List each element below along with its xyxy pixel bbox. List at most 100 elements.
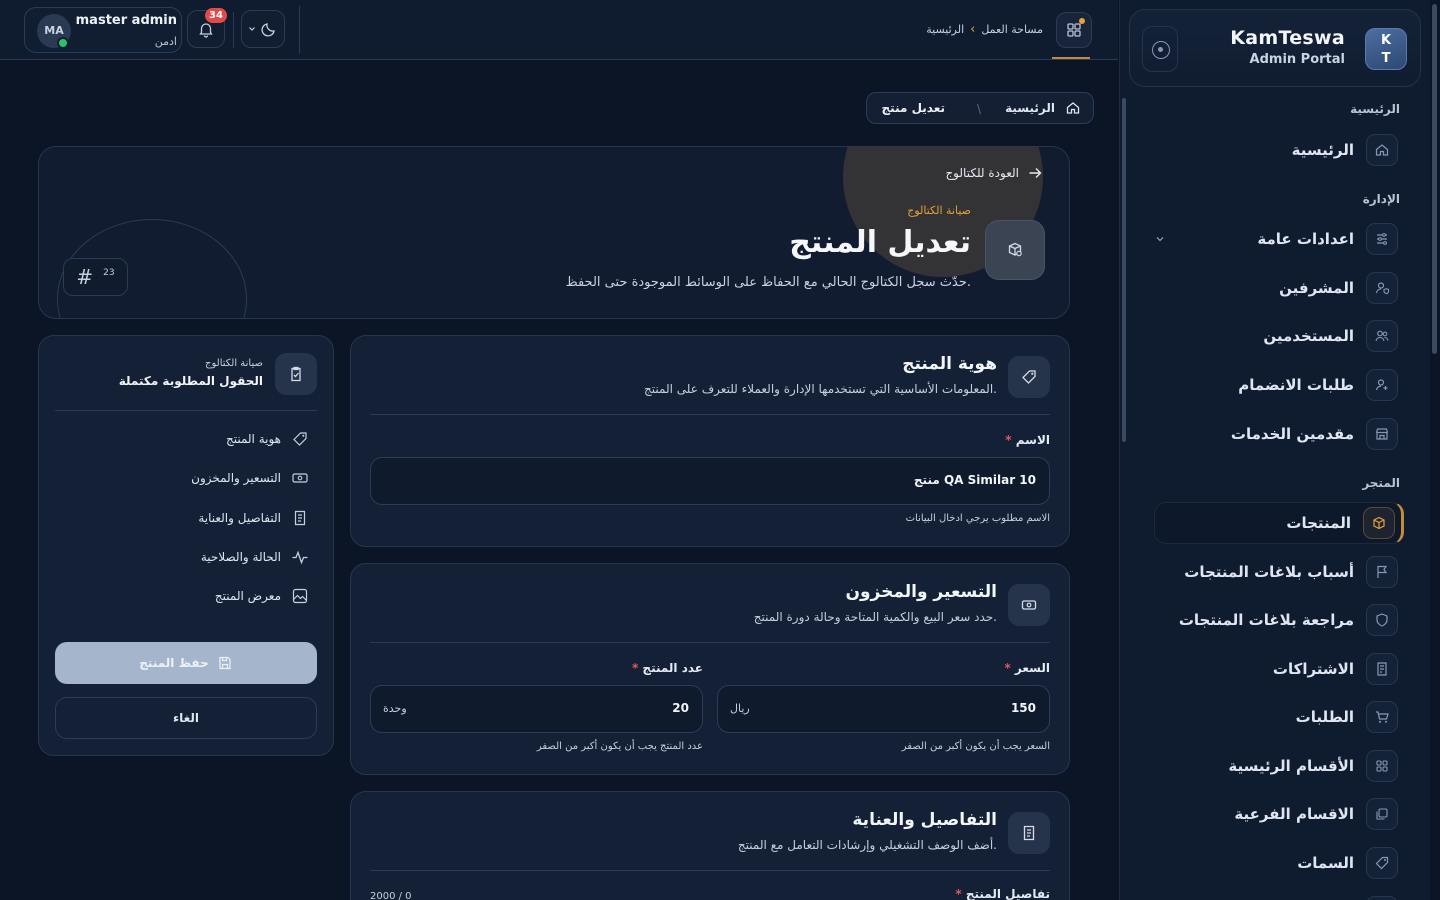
- sidebar-item-products[interactable]: المنتجات: [1154, 502, 1404, 544]
- sidebar-item-label: المشرفين: [1279, 279, 1354, 297]
- back-to-catalog-link[interactable]: العودة للكتالوج: [945, 165, 1043, 181]
- radio-dot-icon: [1152, 41, 1170, 59]
- toc-item-details[interactable]: التفاصيل والعناية: [198, 509, 309, 527]
- price-label: * السعر: [1004, 661, 1050, 675]
- page-kicker: صيانة الكتالوج: [907, 204, 971, 217]
- breadcrumb-home[interactable]: الرئيسية: [1005, 101, 1055, 115]
- form-progress-panel: صيانة الكتالوج الحقول المطلوبة مكتملة هو…: [38, 335, 334, 756]
- divider: [299, 6, 300, 54]
- apps-button[interactable]: [1056, 12, 1092, 48]
- sidebar-item-label: السمات: [1297, 854, 1354, 872]
- divider: [370, 414, 1050, 415]
- cart-icon: [1366, 701, 1398, 733]
- tag-icon: [1008, 356, 1050, 398]
- brand-card: K T KamTeswa Admin Portal: [1129, 9, 1421, 87]
- chevron-down-icon: [1156, 237, 1164, 242]
- sidebar-item-label: المنتجات: [1286, 514, 1351, 532]
- toc-item-pricing[interactable]: التسعير والمخزون: [191, 469, 309, 487]
- main-scrollbar[interactable]: [1122, 98, 1126, 442]
- user-name: master admin: [75, 13, 177, 28]
- image-icon: [292, 588, 308, 604]
- brand-logo-letter-t: T: [1381, 51, 1391, 66]
- avatar-initials: MA: [44, 24, 64, 37]
- toc-item-status[interactable]: الحالة والصلاحية: [201, 548, 309, 566]
- divider: [370, 870, 1050, 871]
- page-title: تعديل المنتج: [789, 225, 971, 260]
- quantity-field[interactable]: 20 وحدة: [370, 685, 703, 733]
- sidebar-item-attributes[interactable]: السمات: [1152, 843, 1398, 883]
- user-role: ادمن: [154, 35, 177, 48]
- sidebar-item-join-requests[interactable]: طلبات الانضمام: [1152, 365, 1398, 405]
- store-icon: [1366, 418, 1398, 450]
- save-icon: [219, 656, 231, 670]
- cash-icon: [1008, 584, 1050, 626]
- sidebar-item-report-review[interactable]: مراجعة بلاغات المنتجات: [1152, 600, 1398, 640]
- quantity-unit: وحدة: [383, 702, 407, 715]
- sidebar-collapse-button[interactable]: [1142, 26, 1178, 72]
- product-identity-card: هوية المنتج المعلومات الأساسية التي تستخ…: [350, 335, 1070, 547]
- user-shield-icon: [1366, 272, 1398, 304]
- sidebar-item-sub-categories[interactable]: الاقسام الفرعية: [1152, 794, 1398, 834]
- users-icon: [1366, 320, 1398, 352]
- sidebar-item-orders[interactable]: الطلبات: [1152, 697, 1398, 737]
- section-title-admin: الإدارة: [1362, 192, 1400, 206]
- sidebar-item-label: الرئيسية: [1291, 141, 1354, 159]
- brand-subtitle: Admin Portal: [1249, 52, 1345, 67]
- grid-icon: [1366, 750, 1398, 782]
- sidebar-item-partial[interactable]: [1152, 892, 1398, 900]
- moon-icon: [261, 23, 275, 37]
- box-icon: [1363, 507, 1395, 539]
- name-value: منتج QA Similar 10: [913, 473, 1036, 487]
- price-field[interactable]: 150 ريال: [717, 685, 1050, 733]
- cancel-button-label: الغاء: [172, 711, 200, 725]
- online-status-dot: [57, 37, 69, 49]
- flag-icon: [1366, 556, 1398, 588]
- toc-label: معرض المنتج: [214, 589, 281, 603]
- home-icon: [1366, 134, 1398, 166]
- sidebar: K T KamTeswa Admin Portal الرئيسية الرئي…: [1119, 0, 1430, 900]
- theme-toggle-button[interactable]: [241, 10, 285, 48]
- sidebar-item-home[interactable]: الرئيسية: [1152, 130, 1398, 170]
- breadcrumb-separator: \: [976, 102, 981, 116]
- sidebar-scrollbar[interactable]: [1432, 4, 1437, 354]
- menu-icon: [1366, 896, 1398, 900]
- panel-kicker: صيانة الكتالوج: [205, 358, 263, 369]
- price-value: 150: [1010, 701, 1036, 715]
- sidebar-item-label: اعدادات عامة: [1257, 230, 1354, 248]
- breadcrumb-home[interactable]: الرئيسية: [926, 23, 964, 36]
- sidebar-item-label: مراجعة بلاغات المنتجات: [1178, 611, 1354, 629]
- hash-icon: #: [76, 265, 94, 289]
- toc-item-identity[interactable]: هوية المنتج: [226, 430, 309, 448]
- cancel-button[interactable]: الغاء: [55, 697, 317, 739]
- quantity-hint: عدد المنتج يجب أن يكون أكبر من الصفر: [536, 741, 703, 752]
- sidebar-item-label: الاقسام الفرعية: [1234, 805, 1354, 823]
- user-menu[interactable]: MA master admin ادمن: [24, 7, 182, 53]
- sidebar-item-report-reasons[interactable]: أسباب بلاغات المنتجات: [1152, 552, 1398, 592]
- card-subtitle: أضف الوصف التشغيلي وإرشادات التعامل مع ا…: [737, 838, 997, 852]
- active-indicator: [1052, 57, 1090, 59]
- save-product-button[interactable]: حفظ المنتج: [55, 642, 317, 684]
- brand-logo: K T: [1365, 28, 1407, 70]
- quantity-label-text: عدد المنتج: [642, 661, 703, 675]
- sidebar-item-subscriptions[interactable]: الاشتراكات: [1152, 649, 1398, 689]
- name-field[interactable]: منتج QA Similar 10: [370, 457, 1050, 505]
- notification-dot: [1079, 18, 1085, 24]
- sidebar-item-main-categories[interactable]: الأقسام الرئيسية: [1152, 746, 1398, 786]
- arrow-right-icon: [1029, 168, 1042, 178]
- sidebar-item-general-settings[interactable]: اعدادات عامة: [1152, 219, 1398, 259]
- breadcrumb-current: تعديل منتج: [881, 101, 945, 115]
- name-label-text: الاسم: [1015, 433, 1050, 447]
- topbar: الرئيسية ‹ مساحة العمل MA master admin ا…: [0, 0, 1118, 60]
- notifications-badge: 34: [205, 8, 227, 23]
- toc-item-gallery[interactable]: معرض المنتج: [215, 587, 309, 605]
- sidebar-item-users[interactable]: المستخدمين: [1152, 316, 1398, 356]
- sidebar-item-service-providers[interactable]: مقدمين الخدمات: [1152, 414, 1398, 454]
- sidebar-item-supervisors[interactable]: المشرفين: [1152, 268, 1398, 308]
- user-plus-icon: [1366, 369, 1398, 401]
- sidebar-item-label: الاشتراكات: [1272, 660, 1354, 678]
- brand-logo-letter-k: K: [1380, 33, 1392, 48]
- sidebar-item-label: الأقسام الرئيسية: [1228, 757, 1354, 775]
- breadcrumb-workspace[interactable]: مساحة العمل: [981, 23, 1043, 36]
- sidebar-item-label: أسباب بلاغات المنتجات: [1184, 563, 1354, 581]
- shield-icon: [1366, 604, 1398, 636]
